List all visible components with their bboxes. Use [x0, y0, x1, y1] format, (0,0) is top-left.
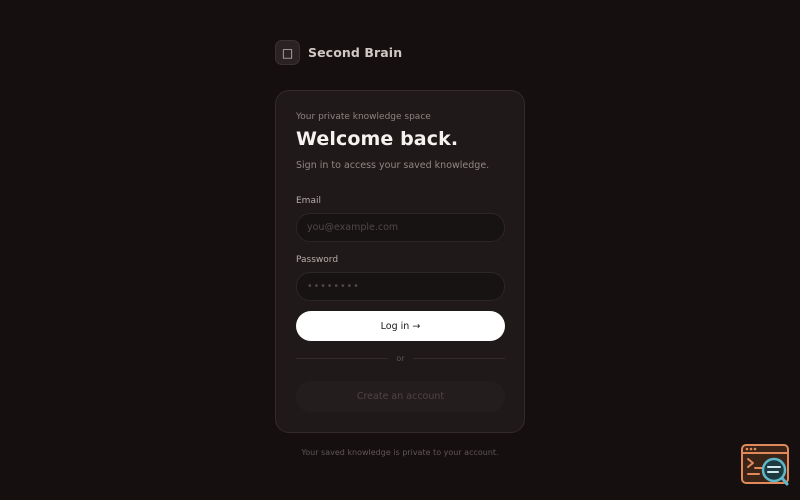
divider-line-left: [296, 358, 389, 359]
email-label: Email: [296, 196, 321, 206]
footer-note: Your saved knowledge is private to your …: [301, 448, 499, 457]
divider: or: [296, 354, 505, 363]
brand-header: □ Second Brain: [275, 40, 402, 65]
browser-search-icon[interactable]: [741, 444, 789, 486]
divider-line-right: [412, 358, 505, 359]
brain-logo-icon: □: [275, 40, 300, 65]
brand-name: Second Brain: [308, 45, 403, 60]
password-field[interactable]: [296, 272, 505, 301]
login-card: Your private knowledge space Welcome bac…: [275, 90, 525, 433]
email-field[interactable]: [296, 213, 505, 242]
page-title: Welcome back.: [296, 128, 459, 150]
password-label: Password: [296, 255, 339, 265]
create-account-button[interactable]: Create an account: [296, 381, 505, 412]
card-eyebrow: Your private knowledge space: [296, 112, 431, 122]
card-subtitle: Sign in to access your saved knowledge.: [296, 160, 490, 171]
divider-text: or: [396, 354, 405, 363]
login-button[interactable]: Log in →: [296, 311, 505, 341]
